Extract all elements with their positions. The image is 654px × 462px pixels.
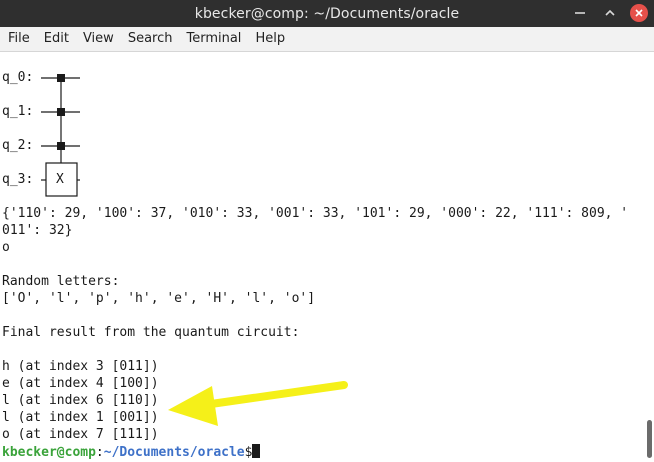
result-line-4: l (at index 1 [001]) (2, 410, 159, 425)
minimize-icon (575, 12, 585, 14)
shell-prompt[interactable]: kbecker@comp:~/Documents/oracle$ (2, 444, 261, 461)
close-button[interactable] (630, 4, 648, 22)
prompt-path: ~/Documents/oracle (103, 445, 245, 460)
control-dot-q0 (57, 74, 65, 82)
prompt-separator: : (95, 445, 104, 460)
control-dot-q1 (57, 108, 65, 116)
counts-line-1: {'110': 29, '100': 37, '010': 33, '001':… (2, 206, 629, 221)
x-gate-label: X (56, 172, 64, 187)
result-line-2: e (at index 4 [100]) (2, 376, 159, 391)
menu-edit[interactable]: Edit (38, 28, 75, 50)
scrollbar-thumb[interactable] (647, 420, 652, 458)
annotation-arrow-icon (168, 381, 348, 426)
menu-search[interactable]: Search (122, 28, 179, 50)
menu-file[interactable]: File (2, 28, 36, 50)
menu-bar: File Edit View Search Terminal Help (0, 27, 654, 52)
result-line-1: h (at index 3 [011]) (2, 359, 159, 374)
counts-line-2: 011': 32} (2, 223, 73, 238)
result-line-5: o (at index 7 [111]) (2, 427, 159, 442)
terminal-output[interactable]: q_0: q_1: q_2: q_3: X {'110': 29, '100':… (0, 52, 644, 462)
output-char: o (2, 240, 10, 255)
minimize-button[interactable] (570, 3, 590, 23)
result-line-3: l (at index 6 [110]) (2, 393, 159, 408)
quantum-circuit-diagram: q_0: q_1: q_2: q_3: X (0, 52, 120, 202)
random-letters-list: ['O', 'l', 'p', 'h', 'e', 'H', 'l', 'o'] (2, 291, 316, 306)
menu-terminal[interactable]: Terminal (180, 28, 247, 50)
window-controls (570, 3, 648, 23)
menu-view[interactable]: View (77, 28, 120, 50)
maximize-icon (605, 9, 615, 16)
menu-help[interactable]: Help (249, 28, 291, 50)
terminal-scrollbar[interactable] (644, 52, 654, 462)
window-titlebar[interactable]: kbecker@comp: ~/Documents/oracle (0, 0, 654, 27)
window-title: kbecker@comp: ~/Documents/oracle (194, 5, 460, 22)
maximize-button[interactable] (600, 3, 620, 23)
close-icon (635, 9, 643, 17)
text-cursor (252, 444, 261, 458)
random-letters-heading: Random letters: (2, 274, 120, 289)
control-dot-q2 (57, 142, 65, 150)
prompt-user: kbecker@comp (2, 445, 96, 460)
final-result-heading: Final result from the quantum circuit: (2, 325, 300, 340)
prompt-symbol: $ (244, 445, 253, 460)
